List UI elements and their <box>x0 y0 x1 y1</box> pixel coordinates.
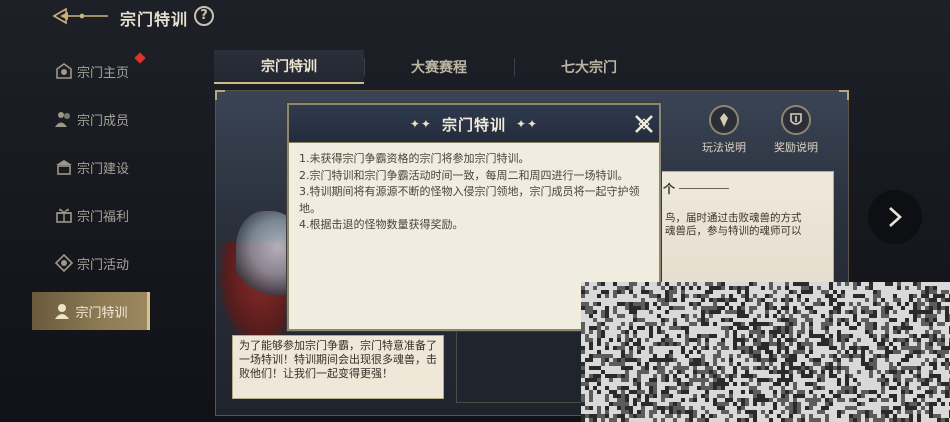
card-line: 魂兽后，参与特训的魂师可以 <box>665 225 802 237</box>
sidebar-item-home[interactable]: 宗门主页 <box>32 52 150 90</box>
rule-line: 3.特训期间将有源源不断的怪物入侵宗门领地，宗门成员将一起守护领地。 <box>299 185 640 215</box>
back-arrow-icon[interactable] <box>52 6 110 26</box>
rules-label: 玩法说明 <box>702 141 746 154</box>
sidebar-item-training[interactable]: 宗门特训 <box>32 292 150 330</box>
page-title: 宗门特训 <box>120 10 189 29</box>
npc-dialogue: 为了能够参加宗门争霸，宗门特意准备了一场特训！特训期间会出现很多魂兽，击败他们！… <box>232 335 444 399</box>
card-line: 鸟，届时通过击败魂兽的方式 <box>665 212 802 224</box>
tab-schedule[interactable]: 大赛赛程 <box>364 50 514 84</box>
heading-rule <box>679 188 729 189</box>
sidebar-item-members[interactable]: 宗门成员 <box>32 100 150 138</box>
sparkle-icon: ✦✦ <box>409 117 432 131</box>
frame-corner <box>215 90 225 100</box>
modal-body: 1.未获得宗门争霸资格的宗门将参加宗门特训。 2.宗门特训和宗门争霸活动时间一致… <box>299 151 651 234</box>
notification-badge <box>134 52 146 64</box>
card-heading: 个 <box>663 182 676 196</box>
next-arrow-button[interactable] <box>868 190 922 244</box>
gift-icon <box>53 204 75 226</box>
sidebar-item-activity[interactable]: 宗门活动 <box>32 244 150 282</box>
rule-line: 4.根据击退的怪物数量获得奖励。 <box>299 218 464 231</box>
building-icon <box>53 156 75 178</box>
tab-bar: 宗门特训 大赛赛程 七大宗门 <box>214 50 844 86</box>
rules-icon <box>709 105 739 135</box>
top-bar: 宗门特训 ? <box>0 0 950 34</box>
sidebar-item-label: 宗门建设 <box>76 161 129 177</box>
modal-title: 宗门特训 <box>441 115 506 134</box>
sidebar-item-building[interactable]: 宗门建设 <box>32 148 150 186</box>
sidebar-item-welfare[interactable]: 宗门福利 <box>32 196 150 234</box>
reward-icon <box>781 105 811 135</box>
sidebar: 宗门主页 宗门成员 宗门建设 宗门福利 宗门活动 宗门特训 <box>32 46 150 346</box>
frame-corner <box>839 90 849 100</box>
sidebar-item-label: 宗门主页 <box>76 65 129 81</box>
members-icon <box>53 108 75 130</box>
tab-seven-sects[interactable]: 七大宗门 <box>514 50 664 84</box>
modal-header: ✦✦ 宗门特训 ✦✦ <box>289 105 659 143</box>
sparkle-icon: ✦✦ <box>516 117 539 131</box>
noise-pattern <box>581 282 950 422</box>
rules-button[interactable]: 玩法说明 <box>694 105 754 155</box>
card-text: 鸟，届时通过击败魂兽的方式 魂兽后，参与特训的魂师可以 <box>665 212 831 238</box>
home-icon <box>53 60 75 82</box>
close-icon[interactable] <box>633 113 655 135</box>
activity-icon <box>53 252 75 274</box>
rule-line: 1.未获得宗门争霸资格的宗门将参加宗门特训。 <box>299 152 530 165</box>
chevron-right-icon <box>889 207 902 227</box>
rule-line: 2.宗门特训和宗门争霸活动时间一致，每周二和周四进行一场特训。 <box>299 168 629 182</box>
reward-label: 奖励说明 <box>774 141 818 154</box>
tab-sect-training[interactable]: 宗门特训 <box>214 50 364 84</box>
sidebar-item-label: 宗门福利 <box>76 209 129 225</box>
sidebar-item-label: 宗门活动 <box>76 257 129 273</box>
reward-button[interactable]: 奖励说明 <box>766 105 826 155</box>
help-icon[interactable]: ? <box>194 6 214 26</box>
sidebar-item-label: 宗门成员 <box>76 113 129 129</box>
sidebar-item-label: 宗门特训 <box>75 305 128 321</box>
redaction-noise <box>581 282 950 422</box>
training-icon <box>51 300 73 322</box>
modal-title-row: ✦✦ 宗门特训 ✦✦ <box>289 105 659 143</box>
